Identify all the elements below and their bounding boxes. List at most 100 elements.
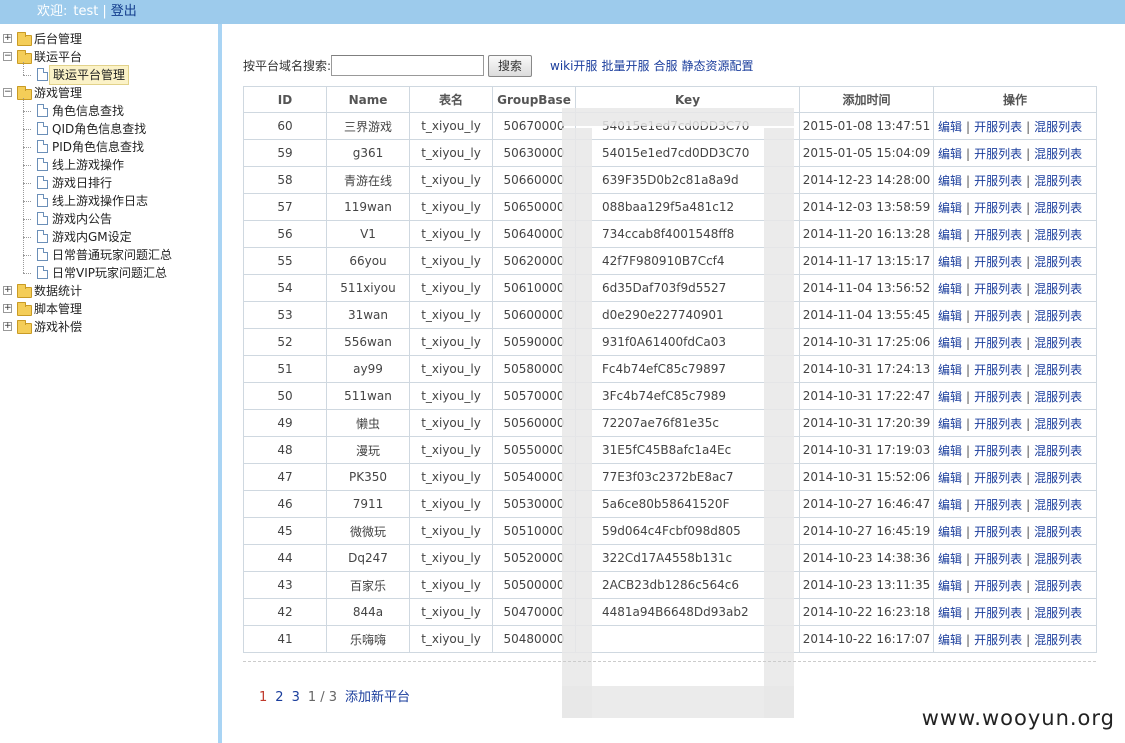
edit-link[interactable]: 编辑 bbox=[938, 471, 962, 485]
separator: | bbox=[966, 281, 971, 296]
pagination: 123 1 / 3 添加新平台 bbox=[259, 686, 418, 705]
col-table: 表名 bbox=[409, 86, 493, 113]
page-icon bbox=[37, 266, 48, 279]
mixed-server-list-link[interactable]: 混服列表 bbox=[1034, 471, 1082, 485]
cell-table: t_xiyou_ly bbox=[409, 301, 493, 329]
edit-link[interactable]: 编辑 bbox=[938, 201, 962, 215]
edit-link[interactable]: 编辑 bbox=[938, 309, 962, 323]
edit-link[interactable]: 编辑 bbox=[938, 282, 962, 296]
edit-link[interactable]: 编辑 bbox=[938, 525, 962, 539]
server-list-link[interactable]: 开服列表 bbox=[974, 309, 1022, 323]
search-button[interactable]: 搜索 bbox=[488, 55, 532, 77]
merge-server-link[interactable]: 合服 bbox=[653, 59, 677, 73]
server-list-link[interactable]: 开服列表 bbox=[974, 552, 1022, 566]
edit-link[interactable]: 编辑 bbox=[938, 417, 962, 431]
server-list-link[interactable]: 开服列表 bbox=[974, 444, 1022, 458]
separator: | bbox=[966, 632, 971, 647]
edit-link[interactable]: 编辑 bbox=[938, 606, 962, 620]
expand-icon[interactable]: + bbox=[3, 286, 12, 295]
server-list-link[interactable]: 开服列表 bbox=[974, 120, 1022, 134]
mixed-server-list-link[interactable]: 混服列表 bbox=[1034, 579, 1082, 593]
server-list-link[interactable]: 开服列表 bbox=[974, 228, 1022, 242]
static-resource-link[interactable]: 静态资源配置 bbox=[681, 59, 753, 73]
edit-link[interactable]: 编辑 bbox=[938, 120, 962, 134]
cell-actions: 编辑 | 开服列表 | 混服列表 bbox=[933, 166, 1097, 194]
wiki-open-link[interactable]: wiki开服 bbox=[550, 59, 597, 73]
server-list-link[interactable]: 开服列表 bbox=[974, 174, 1022, 188]
edit-link[interactable]: 编辑 bbox=[938, 174, 962, 188]
separator: | bbox=[1026, 605, 1031, 620]
edit-link[interactable]: 编辑 bbox=[938, 498, 962, 512]
edit-link[interactable]: 编辑 bbox=[938, 579, 962, 593]
page-2[interactable]: 2 bbox=[275, 690, 283, 705]
edit-link[interactable]: 编辑 bbox=[938, 390, 962, 404]
mixed-server-list-link[interactable]: 混服列表 bbox=[1034, 120, 1082, 134]
cell-actions: 编辑 | 开服列表 | 混服列表 bbox=[933, 139, 1097, 167]
mixed-server-list-link[interactable]: 混服列表 bbox=[1034, 336, 1082, 350]
edit-link[interactable]: 编辑 bbox=[938, 336, 962, 350]
mixed-server-list-link[interactable]: 混服列表 bbox=[1034, 363, 1082, 377]
search-label: 按平台域名搜索: bbox=[243, 59, 332, 73]
cell-name: 7911 bbox=[326, 490, 410, 518]
batch-open-link[interactable]: 批量开服 bbox=[601, 59, 649, 73]
server-list-link[interactable]: 开服列表 bbox=[974, 498, 1022, 512]
server-list-link[interactable]: 开服列表 bbox=[974, 579, 1022, 593]
mixed-server-list-link[interactable]: 混服列表 bbox=[1034, 498, 1082, 512]
collapse-icon[interactable]: − bbox=[3, 88, 12, 97]
server-list-link[interactable]: 开服列表 bbox=[974, 390, 1022, 404]
sidebar-item-label: QID角色信息查找 bbox=[52, 122, 147, 136]
separator: | bbox=[966, 389, 971, 404]
server-list-link[interactable]: 开服列表 bbox=[974, 336, 1022, 350]
mixed-server-list-link[interactable]: 混服列表 bbox=[1034, 282, 1082, 296]
cell-name: ay99 bbox=[326, 355, 410, 383]
expand-icon[interactable]: + bbox=[3, 34, 12, 43]
mixed-server-list-link[interactable]: 混服列表 bbox=[1034, 633, 1082, 647]
expand-icon[interactable]: + bbox=[3, 322, 12, 331]
server-list-link[interactable]: 开服列表 bbox=[974, 417, 1022, 431]
collapse-icon[interactable]: − bbox=[3, 52, 12, 61]
cell-actions: 编辑 | 开服列表 | 混服列表 bbox=[933, 193, 1097, 221]
cell-id: 56 bbox=[243, 220, 327, 248]
separator: | bbox=[1026, 497, 1031, 512]
domain-search-input[interactable] bbox=[331, 55, 484, 76]
mixed-server-list-link[interactable]: 混服列表 bbox=[1034, 309, 1082, 323]
edit-link[interactable]: 编辑 bbox=[938, 363, 962, 377]
mixed-server-list-link[interactable]: 混服列表 bbox=[1034, 201, 1082, 215]
mixed-server-list-link[interactable]: 混服列表 bbox=[1034, 147, 1082, 161]
sidebar-item-label: 联运平台 bbox=[34, 50, 83, 64]
add-platform-link[interactable]: 添加新平台 bbox=[345, 690, 410, 705]
cell-name: 511xiyou bbox=[326, 274, 410, 302]
page-1[interactable]: 1 bbox=[259, 690, 267, 705]
col-name: Name bbox=[326, 86, 410, 113]
mixed-server-list-link[interactable]: 混服列表 bbox=[1034, 255, 1082, 269]
server-list-link[interactable]: 开服列表 bbox=[974, 282, 1022, 296]
mixed-server-list-link[interactable]: 混服列表 bbox=[1034, 390, 1082, 404]
edit-link[interactable]: 编辑 bbox=[938, 255, 962, 269]
server-list-link[interactable]: 开服列表 bbox=[974, 471, 1022, 485]
edit-link[interactable]: 编辑 bbox=[938, 552, 962, 566]
server-list-link[interactable]: 开服列表 bbox=[974, 255, 1022, 269]
edit-link[interactable]: 编辑 bbox=[938, 633, 962, 647]
mixed-server-list-link[interactable]: 混服列表 bbox=[1034, 606, 1082, 620]
logout-link[interactable]: 登出 bbox=[111, 4, 137, 19]
page-icon bbox=[37, 194, 48, 207]
edit-link[interactable]: 编辑 bbox=[938, 444, 962, 458]
separator: | bbox=[966, 551, 971, 566]
server-list-link[interactable]: 开服列表 bbox=[974, 633, 1022, 647]
mixed-server-list-link[interactable]: 混服列表 bbox=[1034, 228, 1082, 242]
cell-table: t_xiyou_ly bbox=[409, 166, 493, 194]
server-list-link[interactable]: 开服列表 bbox=[974, 525, 1022, 539]
mixed-server-list-link[interactable]: 混服列表 bbox=[1034, 174, 1082, 188]
server-list-link[interactable]: 开服列表 bbox=[974, 201, 1022, 215]
server-list-link[interactable]: 开服列表 bbox=[974, 606, 1022, 620]
server-list-link[interactable]: 开服列表 bbox=[974, 363, 1022, 377]
mixed-server-list-link[interactable]: 混服列表 bbox=[1034, 444, 1082, 458]
mixed-server-list-link[interactable]: 混服列表 bbox=[1034, 552, 1082, 566]
edit-link[interactable]: 编辑 bbox=[938, 228, 962, 242]
edit-link[interactable]: 编辑 bbox=[938, 147, 962, 161]
expand-icon[interactable]: + bbox=[3, 304, 12, 313]
page-3[interactable]: 3 bbox=[292, 690, 300, 705]
mixed-server-list-link[interactable]: 混服列表 bbox=[1034, 525, 1082, 539]
server-list-link[interactable]: 开服列表 bbox=[974, 147, 1022, 161]
mixed-server-list-link[interactable]: 混服列表 bbox=[1034, 417, 1082, 431]
